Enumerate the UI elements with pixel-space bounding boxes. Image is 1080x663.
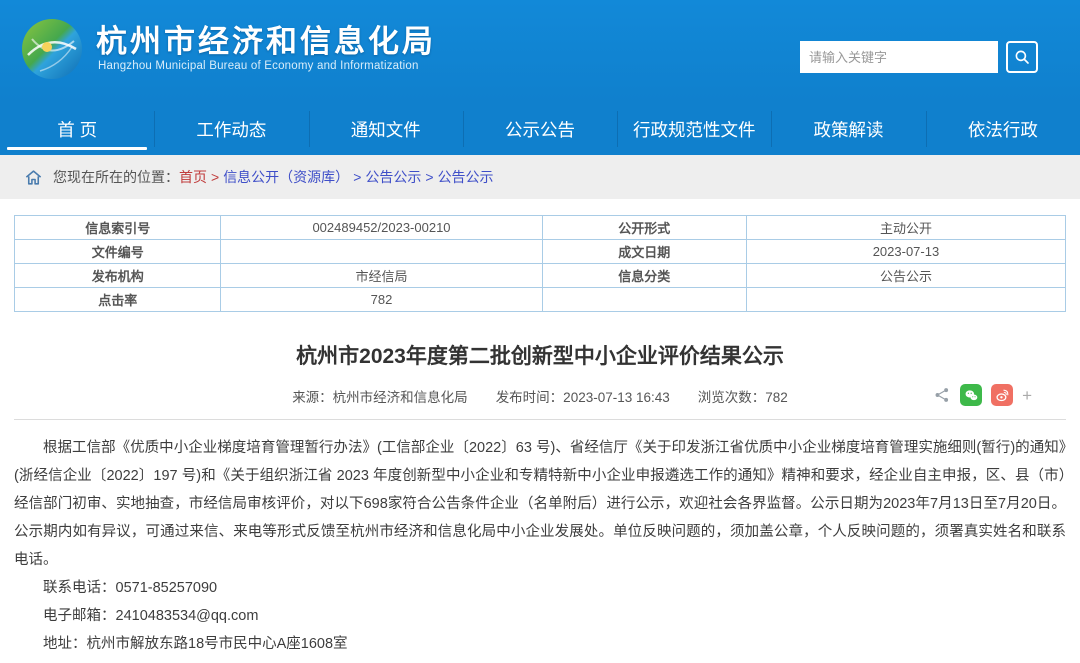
article-view-count: 浏览次数：782	[698, 386, 788, 406]
main-nav: 首 页 工作动态 通知文件 公示公告 行政规范性文件 政策解读 依法行政	[0, 103, 1080, 155]
site-title: 杭州市经济和信息化局	[96, 16, 436, 61]
share-nodes-icon[interactable]	[933, 386, 951, 404]
search-button[interactable]	[1006, 41, 1038, 73]
site-subtitle: Hangzhou Municipal Bureau of Economy and…	[98, 60, 419, 72]
breadcrumb-link-home[interactable]: 首页	[179, 167, 207, 187]
nav-item-regulatory-docs[interactable]: 行政规范性文件	[617, 103, 771, 155]
table-row: 点击率 782	[15, 288, 1066, 312]
search-icon	[1013, 48, 1031, 66]
wechat-share-icon[interactable]	[960, 384, 982, 406]
article-meta-bar: 来源：杭州市经济和信息化局 发布时间：2023-07-13 16:43 浏览次数…	[14, 386, 1066, 420]
info-value-empty	[746, 288, 1065, 312]
search-box	[800, 41, 1038, 73]
breadcrumb: 您现在所在的位置： 首页> 信息公开（资源库）> 公告公示> 公告公示	[0, 155, 1080, 199]
info-label	[542, 288, 746, 312]
contact-address: 地址：杭州市解放东路18号市民中心A座1608室	[43, 630, 1066, 658]
info-value-category: 公告公示	[746, 264, 1065, 288]
info-label: 发布机构	[15, 264, 221, 288]
info-value-date: 2023-07-13	[746, 240, 1065, 264]
info-value-index-number: 002489452/2023-00210	[221, 216, 542, 240]
weibo-share-icon[interactable]	[991, 384, 1013, 406]
main-content: 信息索引号 002489452/2023-00210 公开形式 主动公开 文件编…	[0, 215, 1080, 663]
contact-email: 电子邮箱：2410483534@qq.com	[43, 602, 1066, 630]
table-row: 信息索引号 002489452/2023-00210 公开形式 主动公开	[15, 216, 1066, 240]
info-value-click-count: 782	[221, 288, 542, 312]
table-row: 文件编号 成文日期 2023-07-13	[15, 240, 1066, 264]
info-value-doc-number	[221, 240, 542, 264]
breadcrumb-link-current[interactable]: 公告公示	[438, 167, 494, 187]
nav-item-notices[interactable]: 通知文件	[309, 103, 463, 155]
info-value-issuer: 市经信局	[221, 264, 542, 288]
info-value-disclosure-form: 主动公开	[746, 216, 1065, 240]
info-label: 信息分类	[542, 264, 746, 288]
info-label: 信息索引号	[15, 216, 221, 240]
table-row: 发布机构 市经信局 信息分类 公告公示	[15, 264, 1066, 288]
info-label: 文件编号	[15, 240, 221, 264]
contact-phone: 联系电话：0571-85257090	[43, 574, 1066, 602]
search-input[interactable]	[800, 41, 998, 73]
article-title: 杭州市2023年度第二批创新型中小企业评价结果公示	[14, 340, 1066, 370]
article-paragraph: 根据工信部《优质中小企业梯度培育管理暂行办法》(工信部企业〔2022〕63 号)…	[14, 434, 1066, 574]
info-label: 公开形式	[542, 216, 746, 240]
breadcrumb-separator: >	[425, 169, 433, 185]
breadcrumb-link-announcements[interactable]: 公告公示	[365, 167, 421, 187]
article-body: 根据工信部《优质中小企业梯度培育管理暂行办法》(工信部企业〔2022〕63 号)…	[14, 434, 1066, 658]
breadcrumb-separator: >	[211, 169, 219, 185]
info-label: 点击率	[15, 288, 221, 312]
nav-item-law-based-admin[interactable]: 依法行政	[926, 103, 1080, 155]
nav-item-work-news[interactable]: 工作动态	[154, 103, 308, 155]
document-info-table: 信息索引号 002489452/2023-00210 公开形式 主动公开 文件编…	[14, 215, 1066, 312]
article-publish-time: 发布时间：2023-07-13 16:43	[496, 386, 670, 406]
breadcrumb-separator: >	[353, 169, 361, 185]
site-header: 杭州市经济和信息化局 Hangzhou Municipal Bureau of …	[0, 0, 1080, 103]
breadcrumb-prefix: 您现在所在的位置：	[53, 167, 179, 187]
article-source: 来源：杭州市经济和信息化局	[292, 386, 468, 406]
share-toolbar: +	[933, 384, 1032, 406]
nav-item-policy-interpretation[interactable]: 政策解读	[771, 103, 925, 155]
globe-logo-icon	[20, 17, 84, 81]
info-label: 成文日期	[542, 240, 746, 264]
share-more-plus-icon[interactable]: +	[1022, 387, 1032, 404]
home-icon	[24, 168, 43, 187]
nav-item-home[interactable]: 首 页	[0, 103, 154, 155]
breadcrumb-link-info-disclosure[interactable]: 信息公开（资源库）	[223, 167, 349, 187]
nav-item-announcements[interactable]: 公示公告	[463, 103, 617, 155]
